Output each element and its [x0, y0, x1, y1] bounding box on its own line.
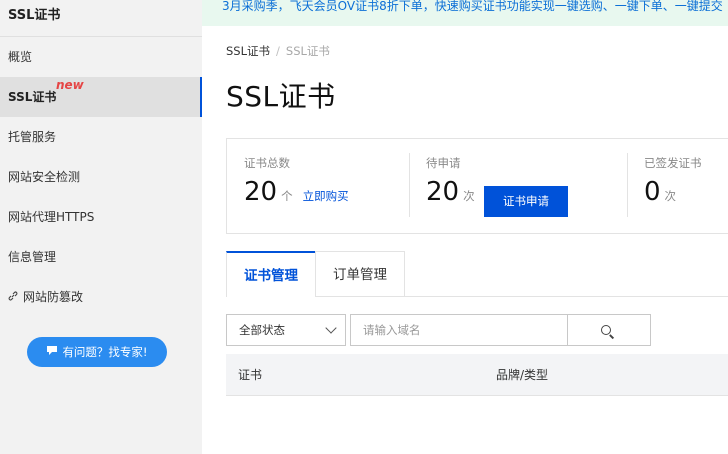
domain-search-input[interactable]: 请输入域名: [350, 314, 568, 346]
sidebar-item-label: SSL证书: [8, 90, 57, 104]
sidebar-item-label: 概览: [8, 50, 33, 64]
sidebar-item-tamper-protection[interactable]: 网站防篡改: [0, 277, 202, 317]
ask-expert-label: 有问题？找专家!: [62, 345, 148, 359]
sidebar-item-info-management[interactable]: 信息管理: [0, 237, 202, 277]
stat-total: 证书总数 20 个立即购买: [244, 155, 349, 207]
chevron-down-icon: [325, 322, 337, 334]
sidebar-item-security-scan[interactable]: 网站安全检测: [0, 157, 202, 197]
tabs-baseline: [405, 296, 728, 297]
stat-issued-unit: 次: [664, 189, 677, 203]
stat-total-unit: 个: [281, 189, 293, 203]
stat-divider: [409, 153, 410, 217]
breadcrumb-root[interactable]: SSL证书: [226, 44, 270, 58]
promo-banner[interactable]: 3月采购季，飞天会员OV证书8折下单，快速购买证书功能实现一键选购、一键下单、一…: [202, 0, 728, 26]
sidebar-item-https-proxy[interactable]: 网站代理HTTPS: [0, 197, 202, 237]
stat-issued: 已签发证书 0次: [644, 155, 702, 207]
search-icon: [601, 325, 611, 335]
table-header: 证书 品牌/类型: [226, 354, 728, 396]
buy-now-link[interactable]: 立即购买: [303, 189, 349, 203]
stat-pending: 待申请 20 次: [426, 155, 475, 207]
sidebar-title: SSL证书: [8, 8, 61, 23]
tab-order-management[interactable]: 订单管理: [315, 251, 405, 297]
stat-divider: [627, 153, 628, 217]
stat-total-value: 20: [244, 177, 278, 207]
stat-issued-label: 已签发证书: [644, 156, 702, 170]
stats-panel: 证书总数 20 个立即购买 待申请 20 次 证书申请 已签发证书 0次: [226, 138, 728, 234]
sidebar-item-overview[interactable]: 概览: [0, 37, 202, 77]
breadcrumb-separator: /: [276, 44, 280, 58]
sidebar-item-label: 网站代理HTTPS: [8, 210, 95, 224]
main-content: 3月采购季，飞天会员OV证书8折下单，快速购买证书功能实现一键选购、一键下单、一…: [202, 0, 728, 454]
sidebar-item-label: 托管服务: [8, 130, 57, 144]
stat-total-label: 证书总数: [244, 156, 290, 170]
chat-icon: [46, 337, 58, 367]
stat-pending-label: 待申请: [426, 156, 461, 170]
status-select[interactable]: 全部状态: [226, 314, 346, 346]
stat-pending-unit: 次: [463, 189, 475, 203]
search-button[interactable]: [567, 314, 651, 346]
sidebar-item-ssl-cert[interactable]: SSL证书 new: [0, 77, 202, 117]
tab-certificate-management[interactable]: 证书管理: [226, 251, 316, 297]
status-select-value: 全部状态: [239, 323, 285, 337]
sidebar-item-label: 网站安全检测: [8, 170, 81, 184]
new-badge: new: [56, 78, 84, 92]
column-header-certificate: 证书: [238, 368, 263, 382]
promo-banner-text: 3月采购季，飞天会员OV证书8折下单，快速购买证书功能实现一键选购、一键下单、一…: [222, 0, 723, 13]
stat-issued-value: 0: [644, 177, 661, 207]
page-title: SSL证书: [226, 80, 336, 113]
link-icon: [8, 277, 18, 317]
breadcrumb-current: SSL证书: [285, 44, 330, 58]
sidebar-item-label: 网站防篡改: [23, 290, 84, 304]
ask-expert-button[interactable]: 有问题？找专家!: [27, 337, 167, 367]
sidebar-item-label: 信息管理: [8, 250, 57, 264]
apply-certificate-button[interactable]: 证书申请: [484, 186, 568, 217]
breadcrumb: SSL证书 / SSL证书: [226, 43, 330, 59]
stat-pending-value: 20: [426, 177, 460, 207]
column-header-brand-type: 品牌/类型: [496, 368, 549, 382]
sidebar: SSL证书 概览 SSL证书 new 托管服务 网站安全检测 网站代理HTTPS …: [0, 0, 202, 454]
sidebar-item-hosting[interactable]: 托管服务: [0, 117, 202, 157]
